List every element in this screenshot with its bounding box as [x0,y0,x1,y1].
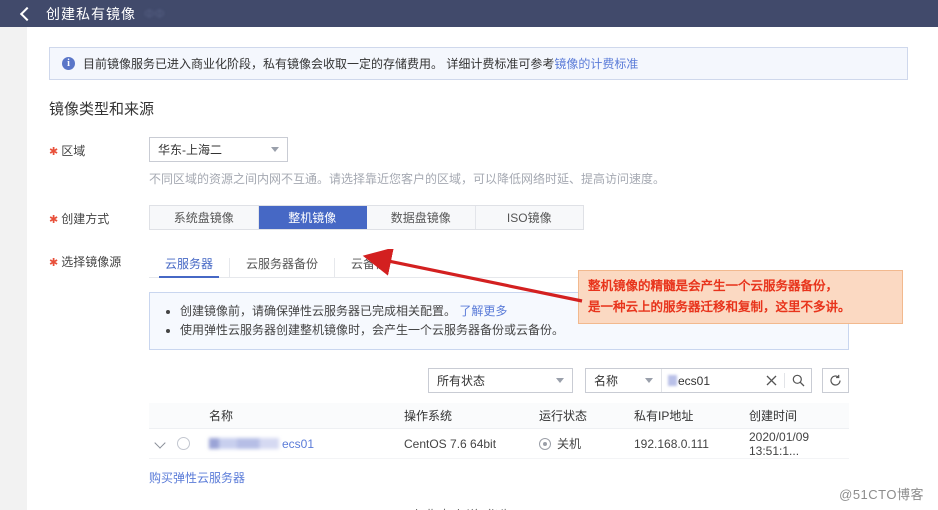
subtab-cloud-server-backup[interactable]: 云服务器备份 [230,258,336,277]
required-marker: ✱ [49,214,59,226]
search-field-value: 名称 [594,374,619,388]
chevron-down-icon [645,378,653,383]
region-label: ✱ 区域 [49,144,86,158]
tab-full-machine-image[interactable]: 整机镜像 [258,206,367,229]
redacted-name [209,438,279,450]
table-header-created: 创建时间 [749,409,798,423]
clear-search-icon[interactable] [758,369,784,392]
row-select-cell [149,437,209,450]
table-header-ip: 私有IP地址 [634,409,694,423]
annotation-callout: 整机镜像的精髓是会产生一个云服务器备份， 是一种云上的服务器迁移和复制，这里不多… [578,270,903,324]
region-row: ✱ 区域 华东-上海二 不同区域的资源之间内网不互通。请选择靠近您客户的区域，可以… [49,137,938,187]
row-os-cell: CentOS 7.6 64bit [404,436,497,451]
search-field-select[interactable]: 名称 [586,369,662,392]
create-method-label: ✱ 创建方式 [49,212,110,226]
back-arrow-icon[interactable] [16,5,34,23]
search-input-value: ecs01 [678,373,711,388]
top-header-bar: 创建私有镜像 ΦΦ [0,0,938,27]
create-method-field: 系统盘镜像 整机镜像 数据盘镜像 ISO镜像 [149,205,938,230]
section-title: 镜像类型和来源 [49,101,155,118]
subtab-cloud-backup[interactable]: 云备份 [335,258,403,277]
subtab-cloud-server[interactable]: 云服务器 [149,258,231,278]
info-icon: i [62,57,75,70]
table-header-status: 运行状态 [539,409,588,423]
create-method-tabs: 系统盘镜像 整机镜像 数据盘镜像 ISO镜像 [149,205,584,230]
chevron-down-icon [556,378,564,383]
tab-iso-image[interactable]: ISO镜像 [475,206,583,229]
center-watermark: 小非大人说·华为云 [410,505,527,510]
row-server-name[interactable]: ecs01 [282,437,314,451]
row-radio[interactable] [177,437,190,450]
annotation-line-2: 是一种云上的服务器迁移和复制，这里不多讲。 [588,300,851,314]
site-watermark: @51CTO博客 [839,487,924,502]
content-card: i 目前镜像服务已进入商业化阶段，私有镜像会收取一定的存储费用。 详细计费标准可… [27,27,938,510]
region-select[interactable]: 华东-上海二 [149,137,288,162]
page-body: i 目前镜像服务已进入商业化阶段，私有镜像会收取一定的存储费用。 详细计费标准可… [0,27,938,510]
billing-standard-link[interactable]: 镜像的计费标准 [554,55,638,72]
billing-notice-banner: i 目前镜像服务已进入商业化阶段，私有镜像会收取一定的存储费用。 详细计费标准可… [49,47,908,80]
learn-more-link[interactable]: 了解更多 [459,304,507,318]
table-toolbar: 所有状态 名称 ecs01 [149,368,849,393]
status-filter-select[interactable]: 所有状态 [428,368,573,393]
row-status-cell: 关机 [539,435,634,452]
server-table: 名称 操作系统 运行状态 私有IP地址 创建时间 ecs01 CentOS 7.… [149,403,849,486]
row-created-cell: 2020/01/09 13:51:1... [749,429,810,458]
page-title: 创建私有镜像 [46,5,136,22]
chevron-down-icon [271,147,279,152]
create-method-row: ✱ 创建方式 系统盘镜像 整机镜像 数据盘镜像 ISO镜像 [49,205,938,230]
table-header-row: 名称 操作系统 运行状态 私有IP地址 创建时间 [149,403,849,429]
search-icon[interactable] [785,369,811,392]
refresh-icon[interactable] [822,368,849,393]
tab-system-disk-image[interactable]: 系统盘镜像 [150,206,259,229]
billing-notice-text: 目前镜像服务已进入商业化阶段，私有镜像会收取一定的存储费用。 详细计费标准可参考 [83,57,555,71]
chevron-down-icon[interactable] [155,438,167,450]
table-header-name: 名称 [209,409,234,423]
title-ghost-text: ΦΦ [144,6,165,21]
region-field: 华东-上海二 不同区域的资源之间内网不互通。请选择靠近您客户的区域，可以降低网络… [149,137,938,187]
row-ip-cell: 192.168.0.111 [634,436,709,451]
power-off-icon [539,438,551,450]
region-select-value: 华东-上海二 [158,143,222,157]
status-filter-value: 所有状态 [437,374,486,388]
annotation-line-1: 整机镜像的精髓是会产生一个云服务器备份， [588,279,839,293]
table-header-os: 操作系统 [404,409,453,423]
tip-text: 创建镜像前，请确保弹性云服务器已完成相关配置。 [180,304,457,318]
redacted-prefix [668,375,677,386]
required-marker: ✱ [49,257,59,269]
search-input[interactable]: ecs01 [662,374,758,388]
buy-ecs-link[interactable]: 购买弹性云服务器 [149,469,245,486]
required-marker: ✱ [49,146,59,158]
region-hint: 不同区域的资源之间内网不互通。请选择靠近您客户的区域，可以降低网络时延、提高访问… [149,172,666,186]
tab-data-disk-image[interactable]: 数据盘镜像 [367,206,476,229]
tip-text: 使用弹性云服务器创建整机镜像时，会产生一个云服务器备份或云备份。 [180,323,565,337]
image-source-label: ✱ 选择镜像源 [49,255,122,269]
row-status-text: 关机 [557,437,582,451]
search-group: 名称 ecs01 [585,368,812,393]
table-row[interactable]: ecs01 CentOS 7.6 64bit 关机 192.168.0.111 … [149,429,849,459]
row-name-cell: ecs01 [209,436,404,451]
